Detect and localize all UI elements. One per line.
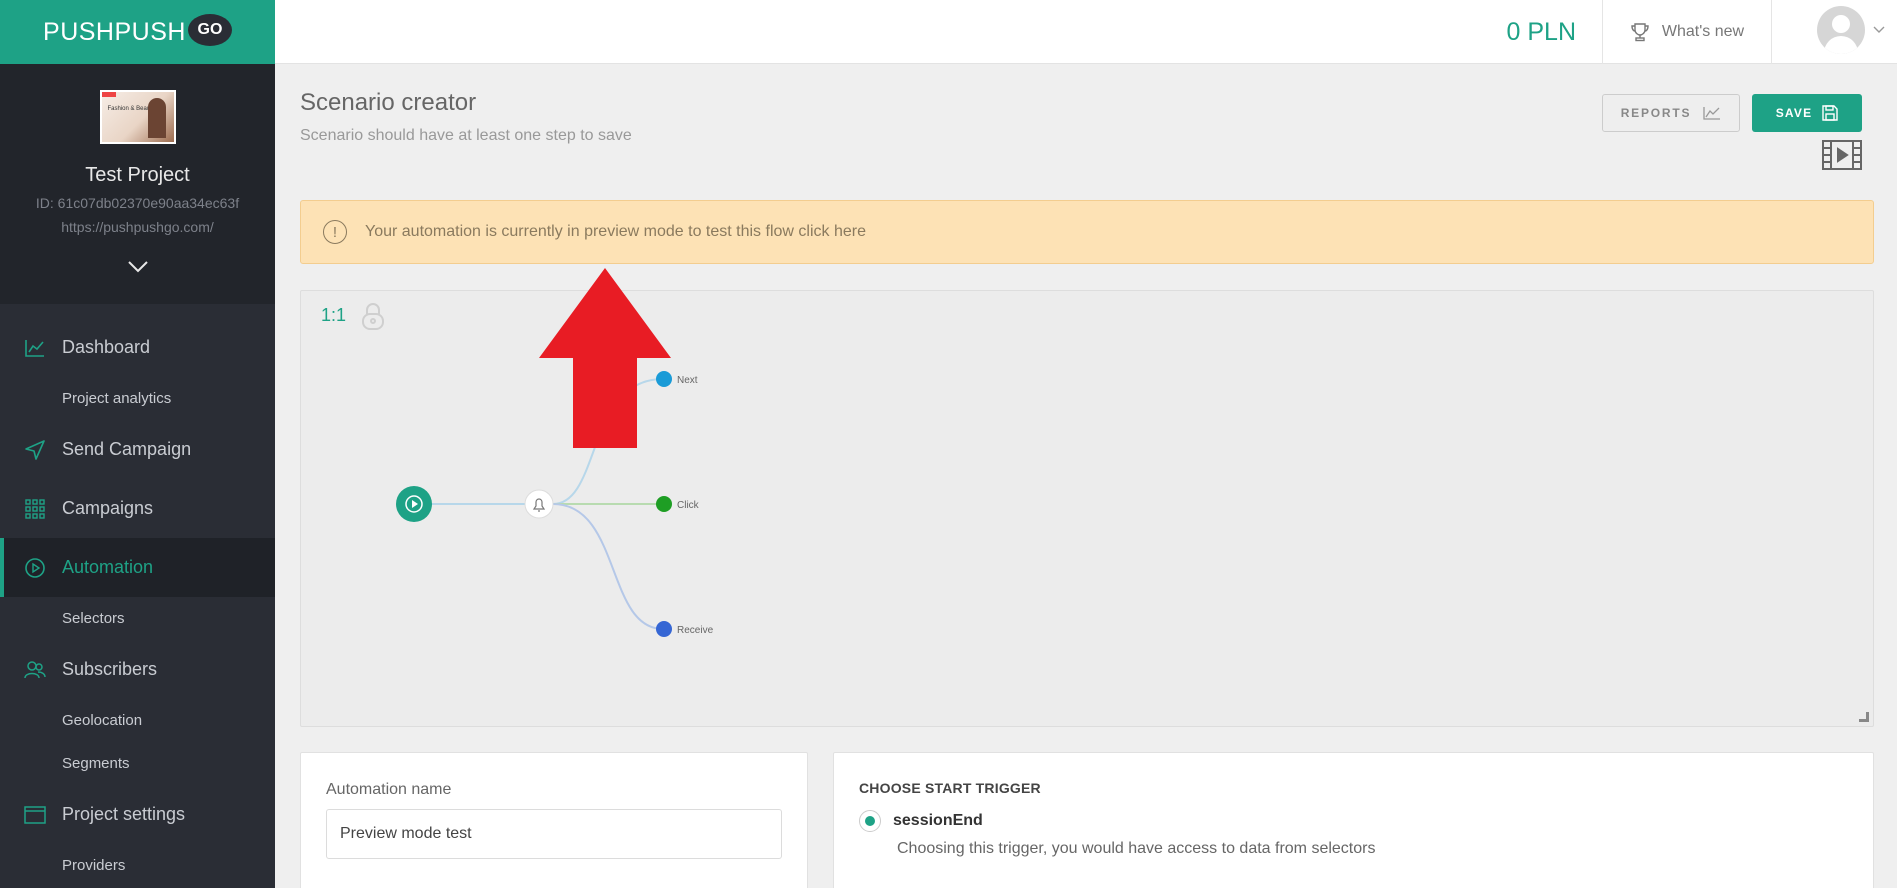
sidebar-item-label: Project analytics xyxy=(62,390,172,407)
project-url: https://pushpushgo.com/ xyxy=(61,219,214,235)
video-tutorial-icon[interactable] xyxy=(1822,140,1862,175)
window-icon xyxy=(24,804,46,826)
sidebar-item-label: Geolocation xyxy=(62,712,143,729)
automation-name-input[interactable] xyxy=(326,809,782,859)
connector-receive xyxy=(552,503,664,630)
sidebar-item-label: Campaigns xyxy=(62,498,154,518)
top-bar: 0 PLN What's new xyxy=(275,0,1897,64)
sidebar-item-project-analytics[interactable]: Project analytics xyxy=(0,377,275,420)
trigger-option-name: sessionEnd xyxy=(893,812,983,829)
sidebar-item-label: Project settings xyxy=(62,804,186,824)
sidebar-item-geolocation[interactable]: Geolocation xyxy=(0,699,275,742)
trigger-option-sessionend[interactable]: sessionEnd xyxy=(859,810,1848,832)
whats-new-label: What's new xyxy=(1661,23,1745,40)
save-label: SAVE xyxy=(1775,106,1813,120)
user-menu[interactable] xyxy=(1817,6,1885,54)
flow-diagram: Next Click Receive xyxy=(396,371,714,637)
project-name: Test Project xyxy=(85,164,190,186)
whats-new-button[interactable]: What's new xyxy=(1602,0,1772,64)
resize-handle[interactable] xyxy=(1859,712,1869,722)
users-icon xyxy=(24,659,46,681)
sidebar-item-label: Subscribers xyxy=(62,659,158,679)
sidebar-item-label: Automation xyxy=(62,557,154,577)
project-thumbnail: Fashion & Beauty xyxy=(99,90,176,144)
automation-name-card: Automation name xyxy=(300,752,808,888)
sidebar-item-label: Send Campaign xyxy=(62,439,192,459)
chevron-down-icon[interactable] xyxy=(0,257,275,280)
sidebar: PUSHPUSH GO Fashion & Beauty Test Projec… xyxy=(0,0,275,888)
sidebar-item-label: Providers xyxy=(62,857,126,874)
output-click-label: Click xyxy=(677,500,700,511)
account-balance[interactable]: 0 PLN xyxy=(1507,0,1594,64)
logo-text: PUSHPUSH xyxy=(43,17,186,46)
chart-line-icon xyxy=(24,337,46,359)
paper-plane-icon xyxy=(24,439,46,461)
sidebar-item-project-settings[interactable]: Project settings xyxy=(0,785,275,844)
trigger-option-description: Choosing this trigger, you would have ac… xyxy=(897,840,1376,857)
chart-line-icon xyxy=(1703,107,1721,120)
page-subtitle: Scenario should have at least one step t… xyxy=(300,127,632,144)
play-circle-icon xyxy=(24,557,46,579)
start-trigger-card: CHOOSE START TRIGGER sessionEnd Choosing… xyxy=(833,752,1874,888)
sidebar-item-automation[interactable]: Automation xyxy=(0,538,275,597)
trophy-icon xyxy=(1631,23,1649,42)
project-id: ID: 61c07db02370e90aa34ec63f xyxy=(35,195,240,211)
sidebar-item-subscribers[interactable]: Subscribers xyxy=(0,640,275,699)
logo-badge: GO xyxy=(187,14,232,46)
grid-icon xyxy=(24,498,46,520)
sidebar-nav: Dashboard Project analytics Send Campaig… xyxy=(0,304,275,887)
sidebar-item-label: Selectors xyxy=(62,610,125,627)
page-title: Scenario creator xyxy=(300,89,477,116)
alert-text: Your automation is currently in preview … xyxy=(365,223,866,240)
sidebar-item-campaigns[interactable]: Campaigns xyxy=(0,479,275,538)
sidebar-item-send-campaign[interactable]: Send Campaign xyxy=(0,420,275,479)
floppy-disk-icon xyxy=(1822,105,1838,121)
project-panel: Fashion & Beauty Test Project ID: 61c07d… xyxy=(0,64,275,304)
red-arrow-annotation xyxy=(539,268,671,453)
notification-node[interactable] xyxy=(524,489,554,519)
output-next-label: Next xyxy=(677,375,698,386)
automation-name-label: Automation name xyxy=(326,781,452,798)
warning-icon: ! xyxy=(323,220,347,244)
output-click[interactable]: Click xyxy=(656,496,700,512)
sidebar-item-segments[interactable]: Segments xyxy=(0,742,275,785)
output-receive[interactable]: Receive xyxy=(656,621,714,637)
output-receive-label: Receive xyxy=(677,625,714,636)
reports-button[interactable]: REPORTS xyxy=(1602,94,1740,132)
sidebar-item-providers[interactable]: Providers xyxy=(0,844,275,887)
preview-mode-alert[interactable]: ! Your automation is currently in previe… xyxy=(300,200,1874,264)
save-button[interactable]: SAVE xyxy=(1752,94,1862,132)
radio-button[interactable] xyxy=(859,810,881,832)
sidebar-item-selectors[interactable]: Selectors xyxy=(0,597,275,640)
sidebar-item-label: Dashboard xyxy=(62,337,151,357)
start-node[interactable] xyxy=(396,486,432,522)
sidebar-item-dashboard[interactable]: Dashboard xyxy=(0,318,275,377)
start-trigger-heading: CHOOSE START TRIGGER xyxy=(859,780,1041,796)
scenario-canvas[interactable]: 1:1 Next Click Receive xyxy=(300,290,1874,727)
logo[interactable]: PUSHPUSH GO xyxy=(0,0,275,64)
chevron-down-icon xyxy=(1873,23,1885,37)
reports-label: REPORTS xyxy=(1620,106,1692,120)
avatar xyxy=(1817,6,1865,54)
sidebar-item-label: Segments xyxy=(62,755,130,772)
